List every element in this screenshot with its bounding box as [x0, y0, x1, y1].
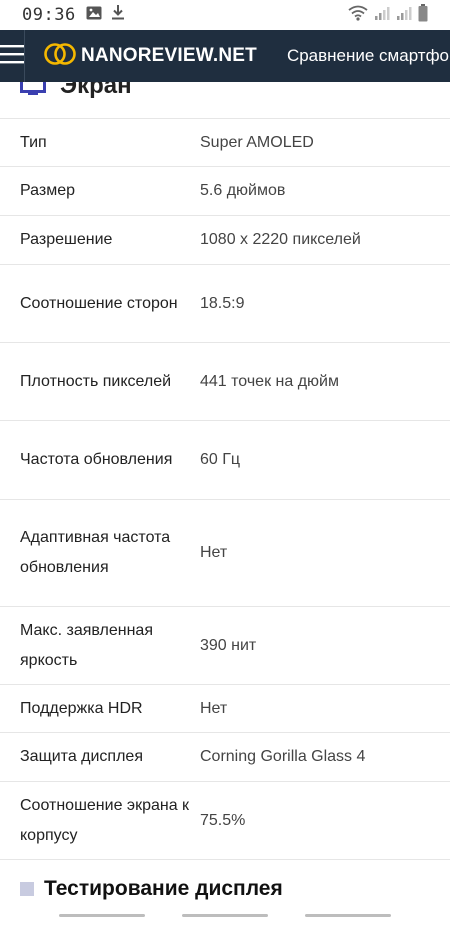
spec-row: Макс. заявленная яркость 390 нит	[0, 607, 450, 685]
system-nav-bar	[0, 906, 450, 925]
spec-value: 390 нит	[200, 636, 257, 654]
battery-icon	[418, 3, 428, 27]
spec-row: Поддержка HDR Нет	[0, 685, 450, 733]
spec-value: Нет	[200, 699, 228, 717]
hamburger-menu-icon	[0, 44, 24, 69]
spec-label: Частота обновления	[20, 451, 173, 468]
logo-rings-icon	[43, 42, 77, 71]
spec-label: Размер	[20, 182, 75, 199]
spec-label: Тип	[20, 133, 47, 151]
spec-content: Экран Тип Super AMOLED Размер 5.6 дюймов…	[0, 82, 450, 860]
spec-value: 441 точек на дюйм	[200, 372, 339, 390]
spec-value: 5.6 дюймов	[200, 182, 286, 199]
spec-row: Защита дисплея Corning Gorilla Glass 4	[0, 733, 450, 782]
spec-label: Разрешение	[20, 231, 113, 248]
hamburger-menu-button[interactable]	[0, 30, 25, 82]
spec-row: Размер 5.6 дюймов	[0, 167, 450, 216]
section-bullet-icon	[20, 882, 34, 896]
top-navbar: NANOREVIEW.NET Сравнение смартфонов	[0, 30, 450, 82]
spec-label: Защита дисплея	[20, 748, 143, 765]
site-logo[interactable]: NANOREVIEW.NET	[43, 42, 257, 71]
nav-handle[interactable]	[305, 914, 392, 917]
spec-row: Соотношение экрана к корпусу 75.5%	[0, 782, 450, 860]
image-icon	[86, 5, 102, 25]
nav-link-compare[interactable]: Сравнение смартфонов	[287, 46, 450, 66]
spec-value: 60 Гц	[200, 451, 241, 468]
spec-label: Макс. заявленная яркость	[20, 621, 153, 669]
spec-label: Адаптивная частота обновления	[20, 529, 171, 576]
spec-label: Поддержка HDR	[20, 699, 143, 717]
section-header-screen: Экран	[0, 82, 450, 119]
spec-value: 1080 x 2220 пикселей	[200, 231, 361, 248]
spec-value: 75.5%	[200, 811, 246, 829]
logo-text: NANOREVIEW.NET	[81, 45, 257, 66]
section-title: Тестирование дисплея	[44, 877, 283, 900]
signal-icon	[396, 5, 412, 26]
spec-row: Тип Super AMOLED	[0, 119, 450, 167]
spec-value: Corning Gorilla Glass 4	[200, 748, 366, 765]
nav-handle[interactable]	[181, 914, 268, 917]
download-icon	[111, 5, 124, 25]
spec-row: Разрешение 1080 x 2220 пикселей	[0, 216, 450, 265]
signal-icon	[374, 5, 390, 26]
spec-value: 18.5:9	[200, 294, 245, 312]
spec-value: Нет	[200, 544, 228, 561]
spec-row: Адаптивная частота обновления Нет	[0, 500, 450, 607]
status-time: 09:36	[22, 5, 76, 25]
spec-value: Super AMOLED	[200, 133, 314, 151]
spec-label: Соотношение экрана к корпусу	[20, 796, 190, 844]
section-header-display-testing: Тестирование дисплея	[0, 872, 450, 906]
nav-handle[interactable]	[58, 914, 145, 917]
status-bar: 09:36	[0, 0, 450, 30]
spec-row: Плотность пикселей 441 точек на дюйм	[0, 343, 450, 421]
wifi-icon	[348, 5, 368, 26]
section-title: Экран	[60, 82, 132, 99]
monitor-icon	[20, 82, 46, 101]
spec-row: Частота обновления 60 Гц	[0, 421, 450, 500]
spec-label: Соотношение сторон	[20, 294, 178, 312]
spec-row: Соотношение сторон 18.5:9	[0, 265, 450, 343]
spec-label: Плотность пикселей	[20, 372, 172, 390]
